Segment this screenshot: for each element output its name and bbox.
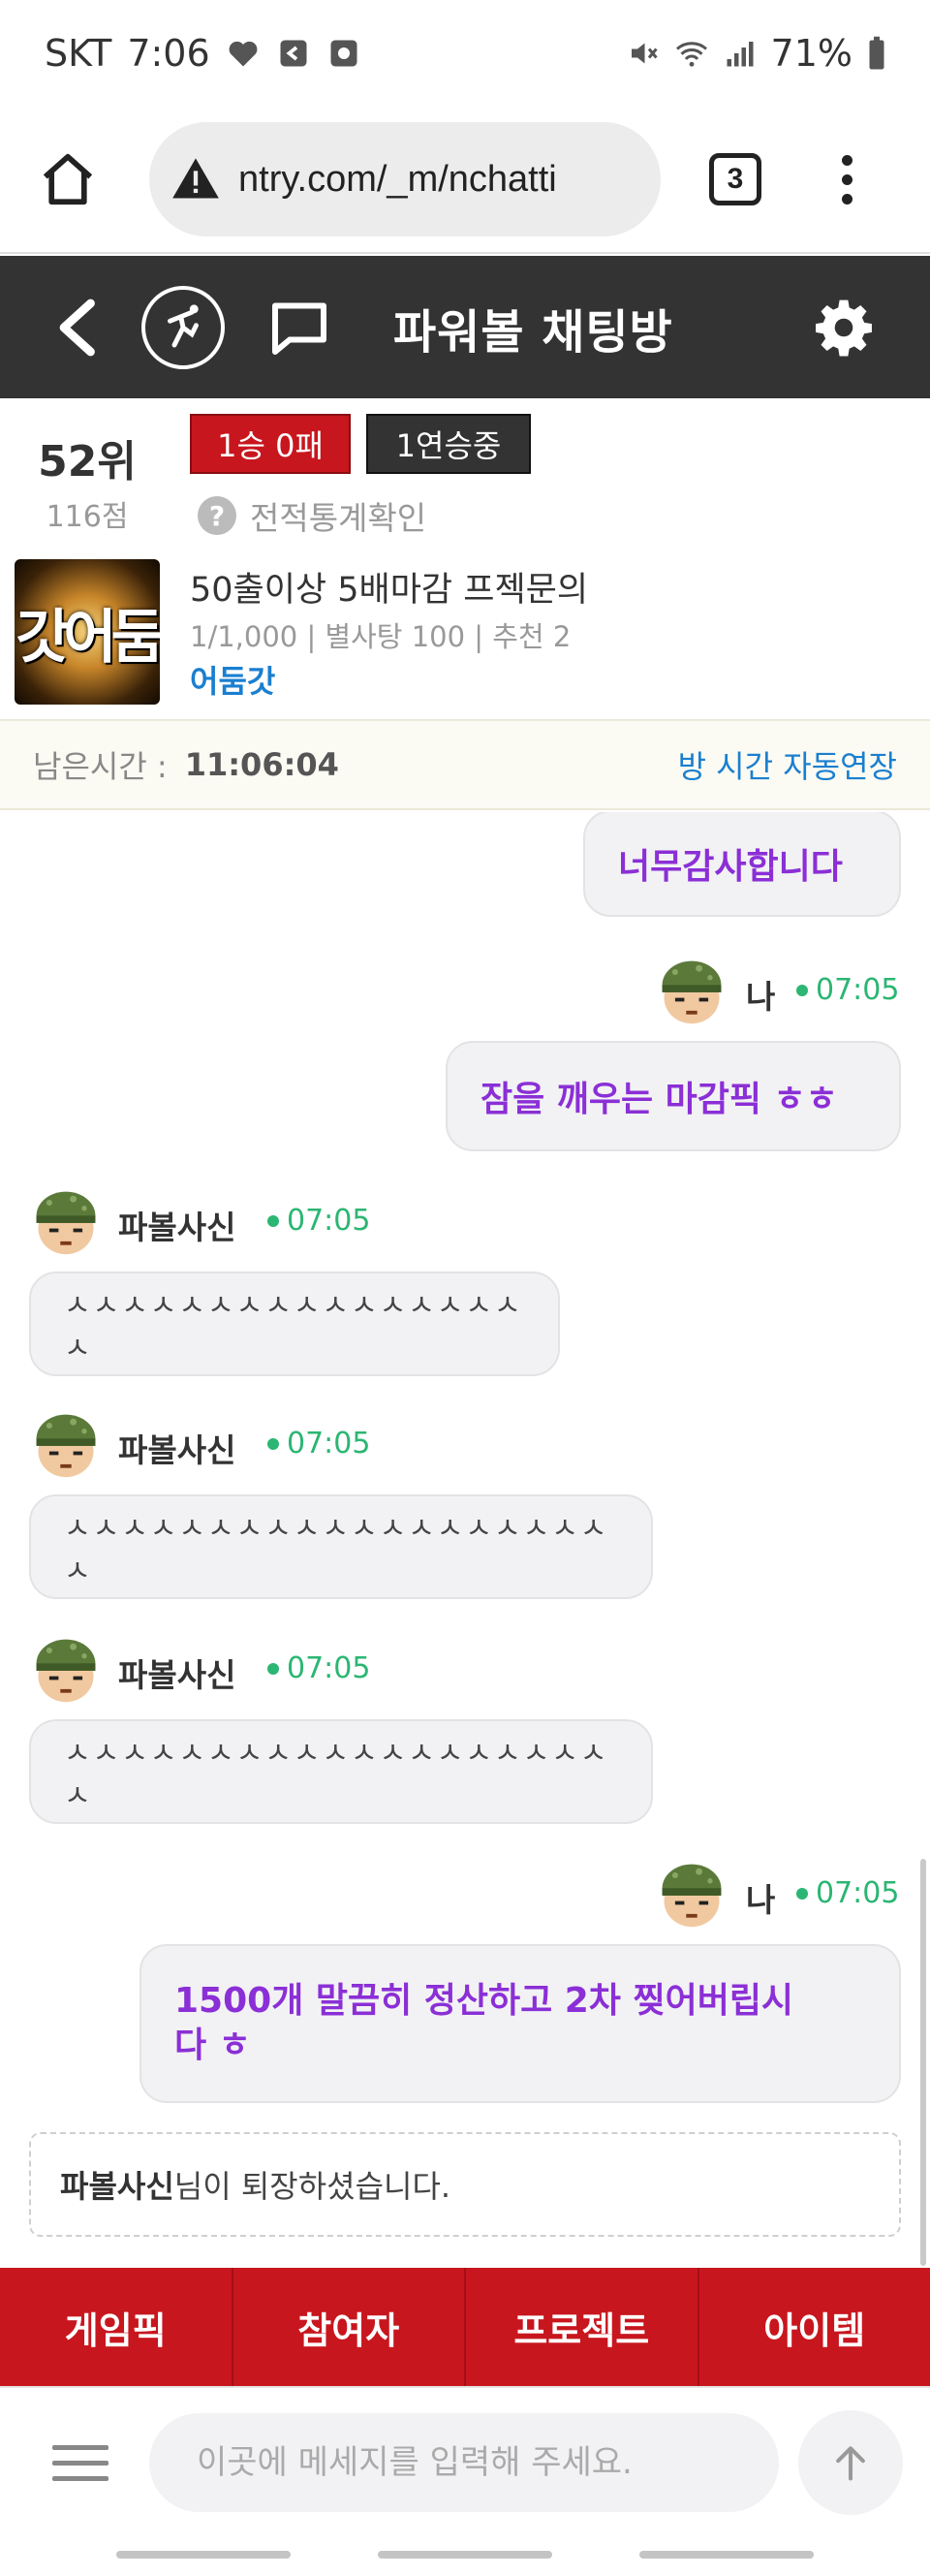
back-icon[interactable]	[54, 298, 103, 357]
heart-icon	[229, 41, 258, 67]
message-text: ㅅㅅㅅㅅㅅㅅㅅㅅㅅㅅㅅㅅㅅㅅㅅㅅㅅㅅㅅㅅ	[64, 1512, 609, 1588]
home-button[interactable]	[29, 141, 107, 218]
soldier-avatar-icon	[36, 1191, 96, 1255]
chat-icon[interactable]	[267, 298, 331, 357]
nav-recent-button[interactable]	[116, 2551, 291, 2559]
sender-name: 나	[746, 978, 776, 1016]
soldier-avatar-icon	[662, 1864, 722, 1928]
streak-badge: 1연승중	[366, 414, 531, 474]
battery-icon	[869, 36, 884, 70]
gear-icon[interactable]	[814, 298, 874, 358]
soldier-avatar-icon	[36, 1639, 96, 1703]
sender-name: 파볼사신	[118, 1431, 236, 1469]
menu-icon[interactable]	[52, 2444, 108, 2481]
message-time: 07:05	[796, 973, 899, 1007]
remaining-time-value: 11:06:04	[184, 746, 339, 783]
message-input[interactable]	[149, 2413, 779, 2512]
room-title: 50출이상 5배마감 프젝문의	[190, 571, 589, 610]
chat-bubble-other: ㅅㅅㅅㅅㅅㅅㅅㅅㅅㅅㅅㅅㅅㅅㅅㅅㅅ	[29, 1272, 560, 1376]
status-bar: SKT 7:06 71%	[0, 0, 930, 107]
chat-bubble-mine: 너무감사합니다	[583, 812, 901, 917]
chat-scrollbar[interactable]	[920, 1859, 926, 2266]
rank-box: 52위 116점	[19, 426, 155, 535]
clock: 7:06	[127, 32, 210, 75]
soldier-avatar-icon	[662, 960, 722, 1024]
page-title: 파워볼 채팅방	[393, 304, 673, 360]
room-owner[interactable]: 어둠갓	[190, 657, 275, 702]
chat-log[interactable]: 너무감사합니다 나 07:05 잠을 깨우는 마감픽 ㅎㅎ 파볼사신 07:05…	[0, 812, 930, 2268]
wifi-icon	[675, 42, 707, 67]
message-text-line1: 1500개 말끔히 정산하고 2차 찢어버립시	[174, 1981, 794, 2021]
sender-name: 파볼사신	[118, 1656, 236, 1694]
chat-room-header: 파워볼 채팅방	[0, 256, 930, 398]
system-message-name: 파볼사신	[60, 2168, 174, 2205]
record-link-label: 전적통계확인	[250, 499, 427, 537]
nav-home-button[interactable]	[378, 2551, 552, 2559]
camera-app-icon	[330, 40, 357, 67]
more-icon[interactable]	[837, 154, 856, 204]
tab-project[interactable]: 프로젝트	[466, 2268, 699, 2386]
exit-app-icon	[280, 40, 307, 67]
chat-bubble-mine: 1500개 말끔히 정산하고 2차 찢어버립시 다 ㅎ	[140, 1944, 901, 2103]
room-meta: 1/1,000 | 별사탕 100 | 추천 2	[190, 620, 572, 653]
sender-name: 파볼사신	[118, 1209, 236, 1246]
mute-icon	[631, 43, 658, 64]
soldier-avatar-icon	[36, 1414, 96, 1478]
powerball-logo-icon[interactable]	[141, 285, 225, 369]
signal-icon	[727, 42, 754, 67]
browser-toolbar: ntry.com/_m/nchatti 3	[0, 107, 930, 254]
message-time: 07:05	[267, 1427, 370, 1461]
chat-bubble-mine: 잠을 깨우는 마감픽 ㅎㅎ	[446, 1041, 901, 1151]
send-button[interactable]	[798, 2410, 903, 2515]
record-stats-link[interactable]: ? 전적통계확인	[198, 492, 426, 539]
url-text: ntry.com/_m/nchatti	[238, 158, 557, 200]
battery-percent: 71%	[770, 32, 852, 75]
help-icon: ?	[198, 496, 236, 535]
warning-icon	[172, 158, 219, 199]
auto-extend-link[interactable]: 방 시간 자동연장	[678, 742, 897, 787]
tab-items[interactable]: 아이템	[699, 2268, 930, 2386]
win-loss-badge: 1승 0패	[190, 414, 351, 474]
message-time: 07:05	[267, 1651, 370, 1685]
message-input-bar	[0, 2386, 930, 2537]
room-thumbnail-text: 갓어둠	[16, 603, 160, 672]
system-nav-bar	[0, 2537, 930, 2576]
remaining-time-bar: 남은시간 : 11:06:04 방 시간 자동연장	[0, 719, 930, 810]
chat-bubble-other: ㅅㅅㅅㅅㅅㅅㅅㅅㅅㅅㅅㅅㅅㅅㅅㅅㅅㅅㅅㅅ	[29, 1494, 653, 1599]
message-time: 07:05	[796, 1876, 899, 1910]
carrier: SKT	[45, 32, 112, 75]
message-text: 잠을 깨우는 마감픽 ㅎㅎ	[480, 1080, 838, 1119]
system-message-text: 님이 퇴장하셨습니다.	[173, 2168, 451, 2205]
message-text: 너무감사합니다	[618, 847, 843, 887]
message-time: 07:05	[267, 1204, 370, 1238]
room-thumbnail: 갓어둠	[15, 559, 160, 705]
remaining-time-label: 남은시간 :	[33, 748, 168, 785]
send-arrow-icon	[836, 2446, 865, 2481]
rank: 52위	[38, 437, 137, 487]
message-text: ㅅㅅㅅㅅㅅㅅㅅㅅㅅㅅㅅㅅㅅㅅㅅㅅㅅ	[64, 1289, 523, 1366]
points: 116점	[46, 500, 129, 534]
home-icon	[43, 153, 93, 205]
chat-bubble-other: ㅅㅅㅅㅅㅅㅅㅅㅅㅅㅅㅅㅅㅅㅅㅅㅅㅅㅅㅅㅅ	[29, 1719, 653, 1824]
message-text: ㅅㅅㅅㅅㅅㅅㅅㅅㅅㅅㅅㅅㅅㅅㅅㅅㅅㅅㅅㅅ	[64, 1737, 609, 1813]
tab-participants[interactable]: 참여자	[233, 2268, 466, 2386]
address-bar[interactable]: ntry.com/_m/nchatti	[149, 122, 661, 236]
nav-back-button[interactable]	[639, 2551, 814, 2559]
system-message: 파볼사신 님이 퇴장하셨습니다.	[29, 2132, 901, 2237]
message-text-line2: 다 ㅎ	[174, 2026, 251, 2065]
bottom-tabbar: 게임픽 참여자 프로젝트 아이템	[0, 2268, 930, 2386]
sender-name: 나	[746, 1881, 776, 1919]
tab-game-pick[interactable]: 게임픽	[0, 2268, 233, 2386]
tab-switcher-button[interactable]: 3	[709, 153, 761, 205]
